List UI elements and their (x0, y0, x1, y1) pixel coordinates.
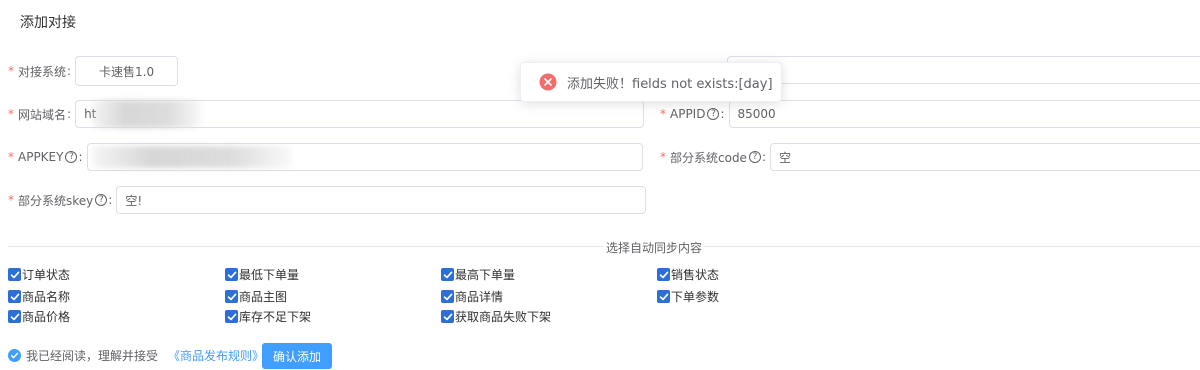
page-title: 添加对接 (20, 15, 76, 31)
sync-checkbox-item[interactable]: 商品名称 (8, 288, 70, 305)
check-icon (227, 293, 236, 300)
checkbox[interactable] (8, 268, 21, 281)
sync-checkbox-item[interactable]: 销售状态 (657, 266, 719, 283)
confirm-add-button[interactable]: 确认添加 (262, 343, 332, 369)
checkbox[interactable] (441, 268, 454, 281)
domain-label: 网站域名: (18, 107, 72, 122)
checkbox-label: 商品详情 (455, 290, 504, 304)
checkbox[interactable] (657, 290, 670, 303)
question-circle-icon[interactable]: ? (748, 151, 761, 163)
required-mark: * (8, 150, 14, 164)
checkbox-label: 商品价格 (22, 310, 71, 324)
form-item-system: * 对接系统: 卡速售1.0 (8, 56, 179, 86)
sync-checkbox-item[interactable]: 最低下单量 (225, 266, 299, 283)
checkbox-label: 最高下单量 (455, 268, 516, 282)
check-icon (10, 293, 19, 300)
agreement-checkbox[interactable] (8, 349, 21, 362)
checkbox-label: 获取商品失败下架 (455, 310, 552, 324)
sync-section-title: 选择自动同步内容 (604, 239, 705, 256)
checkbox[interactable] (8, 290, 21, 303)
sync-checkbox-item[interactable]: 订单状态 (8, 266, 70, 283)
check-icon (443, 293, 452, 300)
checkbox[interactable] (657, 268, 670, 281)
required-mark: * (660, 107, 666, 121)
check-icon (659, 271, 668, 278)
sync-checkbox-item[interactable]: 商品价格 (8, 308, 70, 325)
check-icon (443, 313, 452, 320)
check-icon (227, 271, 236, 278)
sync-checkbox-item[interactable]: 商品主图 (225, 288, 287, 305)
skey-label: 部分系统skey?: (18, 193, 113, 208)
check-icon (10, 313, 19, 320)
toast-message: 添加失败！fields not exists:[day] (567, 76, 773, 92)
required-mark: * (8, 107, 14, 121)
checkbox-label: 商品主图 (239, 290, 288, 304)
redacted-blur (92, 100, 202, 128)
form-item-appid: * APPID?: 85000 (660, 100, 1200, 128)
extra-input[interactable] (727, 56, 1200, 84)
checkbox[interactable] (441, 290, 454, 303)
sync-checkbox-item[interactable]: 获取商品失败下架 (441, 308, 551, 325)
checkbox-label: 最低下单量 (239, 268, 300, 282)
checkbox-label: 库存不足下架 (239, 310, 312, 324)
required-mark: * (660, 150, 666, 164)
rules-link[interactable]: 《商品发布规则》 (168, 347, 264, 364)
sync-checkbox-item[interactable]: 下单参数 (657, 288, 719, 305)
sync-checkbox-item[interactable]: 库存不足下架 (225, 308, 311, 325)
check-icon (227, 313, 236, 320)
checkbox[interactable] (225, 268, 238, 281)
check-icon (10, 271, 19, 278)
checkbox[interactable] (225, 290, 238, 303)
question-circle-icon[interactable]: ? (65, 151, 78, 163)
checkbox[interactable] (8, 310, 21, 323)
error-toast: 添加失败！fields not exists:[day] (520, 62, 782, 102)
skey-input[interactable]: 空! (116, 186, 647, 214)
appid-input[interactable]: 85000 (728, 100, 1200, 128)
checkbox[interactable] (225, 310, 238, 323)
appid-label: APPID?: (670, 107, 725, 121)
checkbox-label: 下单参数 (671, 290, 720, 304)
checkbox-label: 商品名称 (22, 290, 71, 304)
checkbox-label: 销售状态 (671, 268, 720, 282)
code-label: 部分系统code?: (670, 150, 766, 165)
error-circle-icon (539, 73, 557, 91)
checkbox[interactable] (441, 310, 454, 323)
check-icon (443, 271, 452, 278)
sync-checkbox-item[interactable]: 最高下单量 (441, 266, 515, 283)
check-icon (659, 293, 668, 300)
required-mark: * (8, 64, 14, 78)
form-item-code: * 部分系统code?: 空 (660, 143, 1200, 171)
required-mark: * (8, 193, 14, 207)
question-circle-icon[interactable]: ? (707, 108, 720, 120)
system-select-button[interactable]: 卡速售1.0 (75, 56, 179, 86)
checkbox-label: 订单状态 (22, 268, 71, 282)
code-input[interactable]: 空 (770, 143, 1200, 171)
agreement-text: 我已经阅读，理解并接受 (26, 349, 159, 363)
redacted-blur (92, 146, 292, 168)
agreement[interactable]: 我已经阅读，理解并接受 《商品发布规则》 (8, 347, 264, 364)
form-item-skey: * 部分系统skey?: 空! (8, 186, 647, 214)
appkey-label: APPKEY?: (18, 150, 83, 164)
system-label: 对接系统: (18, 64, 72, 79)
question-circle-icon[interactable]: ? (95, 194, 108, 206)
check-icon (10, 352, 19, 359)
sync-checkbox-item[interactable]: 商品详情 (441, 288, 503, 305)
